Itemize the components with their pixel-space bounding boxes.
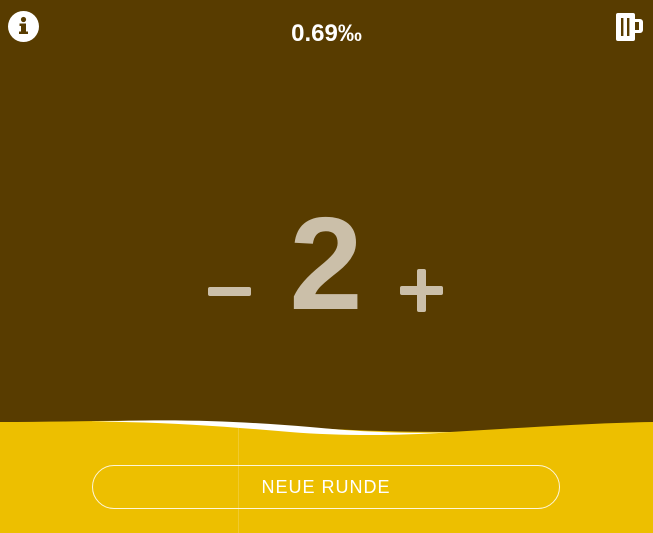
drink-counter: 2: [0, 196, 653, 332]
drink-count: 2: [289, 190, 363, 337]
blood-alcohol-value: 0.69‰: [291, 20, 362, 47]
beer-mug-icon: [616, 13, 643, 41]
decrease-button[interactable]: [202, 274, 258, 308]
increase-button[interactable]: [394, 264, 450, 320]
beer-mug-button[interactable]: [613, 11, 645, 43]
minus-icon: [208, 287, 251, 296]
app-screen: 0.69‰ 2 NEUE RUNDE: [0, 0, 653, 533]
new-round-button[interactable]: NEUE RUNDE: [92, 465, 560, 509]
